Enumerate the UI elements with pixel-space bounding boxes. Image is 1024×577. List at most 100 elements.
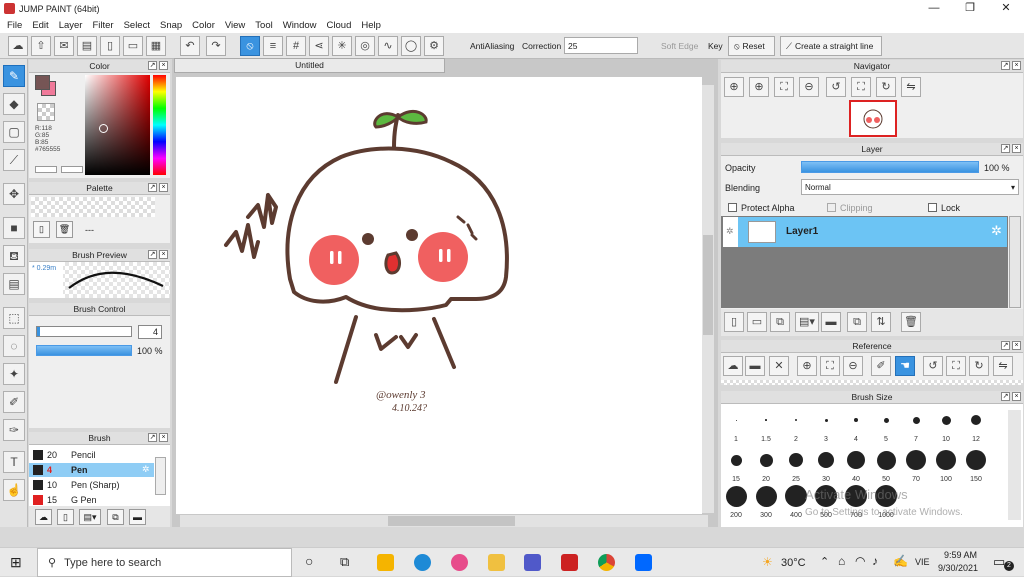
cloud-icon[interactable]: ☁ [8, 36, 28, 56]
wifi-icon[interactable]: ◠ [855, 554, 865, 568]
brush-size-cell[interactable]: 70 [901, 448, 931, 484]
message-icon[interactable]: ▤ [77, 36, 97, 56]
menu-snap[interactable]: Snap [155, 20, 187, 31]
brush-size-cell[interactable]: 100 [931, 448, 961, 484]
undock-icon[interactable]: ↗ [1001, 61, 1010, 70]
select-eraser-icon[interactable]: ✑ [3, 419, 25, 441]
clipping-checkbox[interactable] [827, 203, 836, 212]
undock-icon[interactable]: ↗ [148, 61, 157, 70]
brush-size-cell[interactable]: 1 [721, 408, 751, 446]
delete-palette-icon[interactable]: 🗑 [56, 221, 73, 238]
close-reference-icon[interactable]: ✕ [769, 356, 789, 376]
brush-size-cell[interactable]: 20 [751, 448, 781, 484]
brush-size-cell[interactable]: 50 [871, 448, 901, 484]
straight-line-button[interactable]: ⟋ Create a straight line [780, 36, 882, 56]
brush-size-cell[interactable]: 40 [841, 448, 871, 484]
brush-menu-icon[interactable]: ▤▾ [79, 509, 101, 525]
snap-grid-icon[interactable]: # [286, 36, 306, 56]
language-indicator[interactable]: VIE [915, 557, 930, 567]
brush-list-scrollbar[interactable] [155, 457, 166, 495]
brush-size-cell[interactable]: 150 [961, 448, 991, 484]
delete-layer-icon[interactable]: 🗑 [901, 312, 921, 332]
new-layer-folder-icon[interactable]: ▭ [747, 312, 767, 332]
hue-slider[interactable] [153, 75, 166, 175]
zoom-out-icon[interactable]: ⊖ [799, 77, 819, 97]
ref-fit-icon[interactable]: ⛶ [820, 356, 840, 376]
brush-opacity-slider[interactable] [36, 345, 132, 356]
brush-size-cell[interactable]: 4 [841, 408, 871, 446]
close-panel-icon[interactable]: × [159, 61, 168, 70]
close-panel-icon[interactable]: × [159, 433, 168, 442]
brush-item-selected[interactable]: 4 Pen ✲ [29, 463, 154, 477]
hand-icon[interactable]: ☚ [895, 356, 915, 376]
navigator-thumbnail[interactable] [849, 100, 897, 137]
share-icon[interactable]: ⇧ [31, 36, 51, 56]
close-button[interactable]: ✕ [988, 0, 1024, 17]
save-icon[interactable]: ▭ [123, 36, 143, 56]
bucket-tool-icon[interactable]: ⛾ [3, 245, 25, 267]
layer-settings-icon[interactable]: ✲ [991, 223, 1002, 239]
move-tool-icon[interactable]: ✥ [3, 183, 25, 205]
text-tool-icon[interactable]: T [3, 451, 25, 473]
pen-tool-icon[interactable]: ✎ [3, 65, 25, 87]
minimize-button[interactable]: — [916, 0, 952, 17]
snap-ellipse-icon[interactable]: ◯ [401, 36, 421, 56]
undock-icon[interactable]: ↗ [148, 433, 157, 442]
zalo-icon[interactable] [635, 554, 652, 571]
menu-select[interactable]: Select [119, 20, 155, 31]
add-color-button[interactable] [35, 166, 57, 173]
lock-checkbox[interactable] [928, 203, 937, 212]
canvas-vertical-scrollbar[interactable] [702, 85, 714, 513]
menu-edit[interactable]: Edit [27, 20, 53, 31]
snap-parallel-icon[interactable]: ≡ [263, 36, 283, 56]
drawing-canvas[interactable]: @owenly 3 4.10.24? [176, 77, 702, 514]
brush-size-cell[interactable]: 30 [811, 448, 841, 484]
ref-flip-icon[interactable]: ⇋ [993, 356, 1013, 376]
ref-reset-icon[interactable]: ⛶ [946, 356, 966, 376]
brush-size-cell[interactable]: 5 [871, 408, 901, 446]
layer-row[interactable]: ✲ Layer1 ✲ [723, 217, 1007, 247]
menu-tool[interactable]: Tool [250, 20, 277, 31]
brush-size-cell[interactable]: 1.5 [751, 408, 781, 446]
menu-cloud[interactable]: Cloud [322, 20, 357, 31]
remove-color-button[interactable] [61, 166, 83, 173]
canvas-horizontal-scrollbar[interactable] [180, 515, 708, 527]
paint-app-icon[interactable] [451, 554, 468, 571]
ref-zoom-out-icon[interactable]: ⊖ [843, 356, 863, 376]
fit-screen-icon[interactable]: ⛶ [774, 77, 794, 97]
brush-item[interactable]: 20 Pencil [29, 448, 154, 462]
pen-icon[interactable]: ✍ [893, 554, 908, 568]
menu-view[interactable]: View [220, 20, 250, 31]
undock-icon[interactable]: ↗ [148, 250, 157, 259]
undock-icon[interactable]: ↗ [1001, 392, 1010, 401]
layer-visibility-icon[interactable]: ✲ [723, 217, 738, 247]
snap-vanish-icon[interactable]: ⋖ [309, 36, 329, 56]
taskbar-search[interactable]: ⚲ Type here to search [37, 548, 292, 577]
weather-temp[interactable]: 30°C [781, 557, 806, 569]
brush-settings-icon[interactable]: ✲ [142, 464, 150, 475]
undo-icon[interactable]: ↶ [180, 36, 200, 56]
brush-item[interactable]: 10 Pen (Sharp) [29, 478, 154, 492]
tray-chevron-icon[interactable]: ⌃ [820, 555, 829, 568]
copy-layer-icon[interactable]: ⧉ [770, 312, 790, 332]
eraser-tool-icon[interactable]: ◆ [3, 93, 25, 115]
copy-brush-icon[interactable]: ⧉ [107, 509, 124, 525]
brush-size-cell[interactable]: 15 [721, 448, 751, 484]
layer-menu-icon[interactable]: ▤▾ [795, 312, 819, 332]
snap-settings-icon[interactable]: ⚙ [424, 36, 444, 56]
brush-size-cell[interactable]: 200 [721, 484, 751, 520]
eyedropper-icon[interactable]: ✐ [871, 356, 891, 376]
new-palette-icon[interactable]: ▯ [33, 221, 50, 238]
select-tool-icon[interactable]: ▢ [3, 121, 25, 143]
open-folder-icon[interactable]: ▬ [745, 356, 765, 376]
lasso-tool-icon[interactable]: ◌ [3, 335, 25, 357]
protect-alpha-checkbox[interactable] [728, 203, 737, 212]
close-panel-icon[interactable]: × [159, 250, 168, 259]
fg-color-swatch[interactable] [35, 75, 50, 90]
rotate-left-icon[interactable]: ↺ [826, 77, 846, 97]
brush-size-cell[interactable]: 300 [751, 484, 781, 520]
store-icon[interactable] [377, 554, 394, 571]
undock-icon[interactable]: ↗ [148, 183, 157, 192]
folder-icon[interactable]: ▬ [129, 509, 146, 525]
layer-folder-icon[interactable]: ▬ [821, 312, 841, 332]
